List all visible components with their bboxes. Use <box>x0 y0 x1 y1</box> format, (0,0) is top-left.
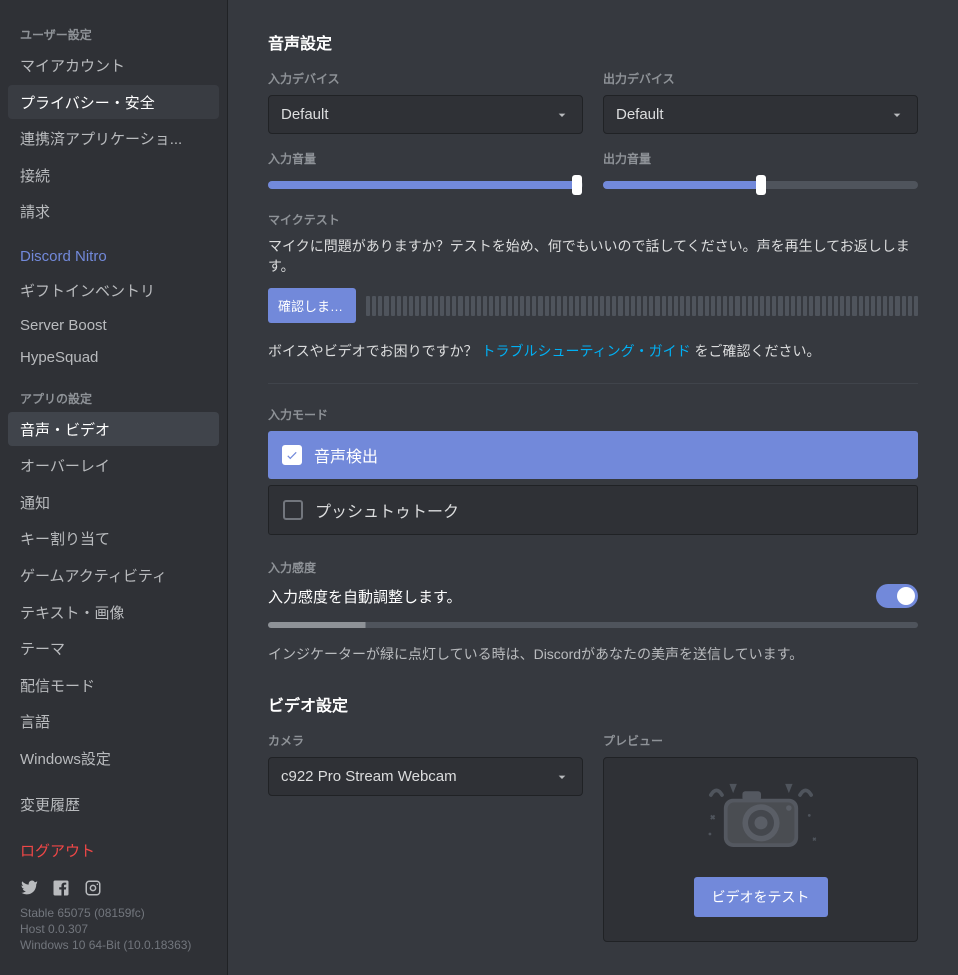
mic-level-indicator <box>366 296 918 316</box>
input-volume-slider[interactable] <box>268 175 583 195</box>
sidebar-item[interactable]: 連携済アプリケーショ... <box>8 121 219 156</box>
checkbox-empty-icon <box>283 500 303 520</box>
social-row <box>8 869 219 903</box>
preview-label: プレビュー <box>603 732 918 749</box>
input-volume-label: 入力音量 <box>268 150 583 167</box>
sidebar-item[interactable]: 変更履歴 <box>8 787 219 822</box>
camera-placeholder-icon <box>696 782 826 856</box>
sidebar-item[interactable]: キー割り当て <box>8 521 219 556</box>
camera-value: c922 Pro Stream Webcam <box>281 768 457 785</box>
version-info: Stable 65075 (08159fc)Host 0.0.307Window… <box>8 903 219 955</box>
camera-select[interactable]: c922 Pro Stream Webcam <box>268 757 583 796</box>
camera-preview: ビデオをテスト <box>603 757 918 942</box>
output-device-label: 出力デバイス <box>603 70 918 87</box>
sidebar-item[interactable]: 請求 <box>8 194 219 229</box>
sensitivity-hint: インジケーターが緑に点灯している時は、Discordがあなたの美声を送信していま… <box>268 644 918 664</box>
chevron-down-icon <box>889 107 905 123</box>
sidebar-item[interactable]: ゲームアクティビティ <box>8 558 219 593</box>
mic-test-button[interactable]: 確認しまし... <box>268 288 356 323</box>
sidebar-item[interactable]: オーバーレイ <box>8 448 219 483</box>
input-device-value: Default <box>281 106 329 123</box>
facebook-icon[interactable] <box>52 879 70 897</box>
sidebar-header: アプリの設定 <box>8 384 219 411</box>
auto-sensitivity-label: 入力感度を自動調整します。 <box>268 586 462 607</box>
mode-voice-detection[interactable]: 音声検出 <box>268 431 918 479</box>
output-device-select[interactable]: Default <box>603 95 918 134</box>
chevron-down-icon <box>554 107 570 123</box>
settings-sidebar: ユーザー設定マイアカウントプライバシー・安全連携済アプリケーショ...接続請求 D… <box>0 0 228 975</box>
output-device-value: Default <box>616 106 664 123</box>
sidebar-item[interactable]: Windows設定 <box>8 741 219 776</box>
sensitivity-indicator <box>268 622 918 628</box>
troubleshoot-link[interactable]: トラブルシューティング・ガイド <box>481 343 690 359</box>
camera-label: カメラ <box>268 732 583 749</box>
sidebar-item[interactable]: 通知 <box>8 485 219 520</box>
sidebar-item[interactable]: HypeSquad <box>8 342 219 373</box>
sensitivity-label: 入力感度 <box>268 559 918 576</box>
mic-test-label: マイクテスト <box>268 211 918 228</box>
auto-sensitivity-toggle[interactable] <box>876 584 918 608</box>
sidebar-item[interactable]: 言語 <box>8 704 219 739</box>
test-video-button[interactable]: ビデオをテスト <box>694 877 828 917</box>
divider <box>268 383 918 384</box>
sidebar-item[interactable]: 配信モード <box>8 668 219 703</box>
output-volume-slider[interactable] <box>603 175 918 195</box>
sidebar-item[interactable]: マイアカウント <box>8 48 219 83</box>
input-device-select[interactable]: Default <box>268 95 583 134</box>
mic-test-description: マイクに問題がありますか？テストを始め、何でもいいので話してください。声を再生し… <box>268 236 918 276</box>
sidebar-item[interactable]: Server Boost <box>8 310 219 341</box>
logout-button[interactable]: ログアウト <box>8 833 219 868</box>
video-settings-title: ビデオ設定 <box>268 692 918 716</box>
input-device-label: 入力デバイス <box>268 70 583 87</box>
sidebar-header: ユーザー設定 <box>8 20 219 47</box>
checkbox-icon <box>282 445 302 465</box>
sidebar-item[interactable]: Discord Nitro <box>8 241 219 272</box>
sidebar-item[interactable]: 音声・ビデオ <box>8 412 219 447</box>
troubleshoot-line: ボイスやビデオでお困りですか？ トラブルシューティング・ガイド をご確認ください… <box>268 341 918 361</box>
sidebar-item[interactable]: テキスト・画像 <box>8 595 219 630</box>
sidebar-item[interactable]: ギフトインベントリ <box>8 273 219 308</box>
sidebar-item[interactable]: テーマ <box>8 631 219 666</box>
output-volume-label: 出力音量 <box>603 150 918 167</box>
voice-settings-title: 音声設定 <box>268 30 918 54</box>
mode-push-to-talk[interactable]: プッシュトゥトーク <box>268 485 918 535</box>
sidebar-item[interactable]: プライバシー・安全 <box>8 85 219 120</box>
instagram-icon[interactable] <box>84 879 102 897</box>
twitter-icon[interactable] <box>20 879 38 897</box>
settings-main: 音声設定 入力デバイス Default 出力デバイス Default 入力音量 … <box>228 0 958 975</box>
input-mode-label: 入力モード <box>268 406 918 423</box>
sidebar-item[interactable]: 接続 <box>8 158 219 193</box>
chevron-down-icon <box>554 769 570 785</box>
